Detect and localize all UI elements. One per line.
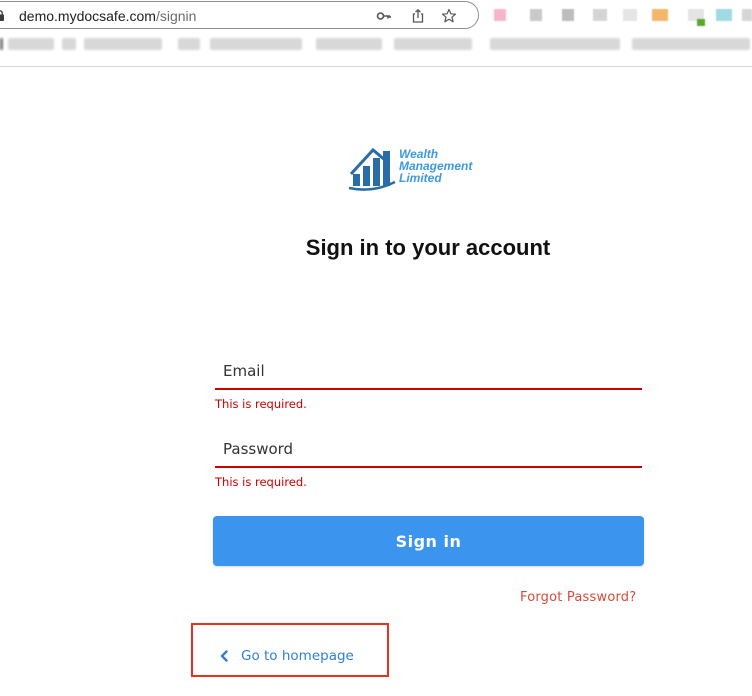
extension-icon[interactable] bbox=[716, 9, 732, 21]
email-field[interactable]: Email bbox=[215, 358, 642, 390]
address-bar[interactable]: demo.mydocsafe.com/signin bbox=[0, 1, 479, 29]
extension-icon[interactable] bbox=[494, 9, 506, 21]
bookmark-item[interactable] bbox=[210, 38, 302, 50]
bookmark-item[interactable] bbox=[178, 38, 200, 50]
extension-icon[interactable] bbox=[742, 9, 752, 21]
extension-icon[interactable] bbox=[652, 9, 668, 21]
email-input[interactable] bbox=[215, 358, 642, 388]
email-underline bbox=[215, 388, 642, 390]
bookmark-item[interactable] bbox=[84, 38, 162, 50]
password-input[interactable] bbox=[215, 436, 642, 466]
company-logo: Wealth Management Limited bbox=[345, 138, 512, 196]
bookmark-item[interactable] bbox=[316, 38, 382, 50]
key-icon[interactable] bbox=[376, 8, 392, 24]
star-icon[interactable] bbox=[441, 8, 457, 24]
forgot-password-link[interactable]: Forgot Password? bbox=[520, 590, 636, 605]
password-error: This is required. bbox=[215, 475, 307, 489]
bookmark-item[interactable] bbox=[632, 38, 750, 50]
url-host: demo.mydocsafe.com bbox=[19, 8, 156, 24]
extension-icon[interactable] bbox=[697, 19, 705, 26]
password-field[interactable]: Password bbox=[215, 436, 642, 468]
bookmark-item[interactable] bbox=[8, 38, 54, 50]
sign-in-button[interactable]: Sign in bbox=[213, 516, 644, 566]
share-icon[interactable] bbox=[410, 8, 426, 24]
page-title: Sign in to your account bbox=[305, 235, 551, 260]
bookmark-item[interactable] bbox=[62, 38, 76, 50]
email-error: This is required. bbox=[215, 397, 307, 411]
go-to-homepage-label: Go to homepage bbox=[241, 648, 354, 664]
go-to-homepage-link[interactable]: Go to homepage bbox=[219, 646, 354, 666]
extension-icon[interactable] bbox=[530, 9, 542, 21]
password-underline bbox=[215, 466, 642, 468]
bookmark-item[interactable] bbox=[0, 38, 3, 50]
chevron-left-icon bbox=[220, 650, 228, 662]
logo-line-3: Limited bbox=[399, 171, 442, 185]
extension-icon[interactable] bbox=[623, 9, 637, 21]
extension-icon[interactable] bbox=[562, 9, 574, 21]
bookmark-item[interactable] bbox=[490, 38, 620, 50]
browser-toolbar: demo.mydocsafe.com/signin bbox=[0, 0, 752, 67]
bookmark-item[interactable] bbox=[394, 38, 472, 50]
extension-icon[interactable] bbox=[593, 9, 607, 21]
url-path: /signin bbox=[155, 8, 197, 24]
lock-icon bbox=[0, 10, 4, 21]
url-text[interactable]: demo.mydocsafe.com/signin bbox=[19, 8, 196, 24]
bookmarks-bar bbox=[0, 36, 752, 54]
